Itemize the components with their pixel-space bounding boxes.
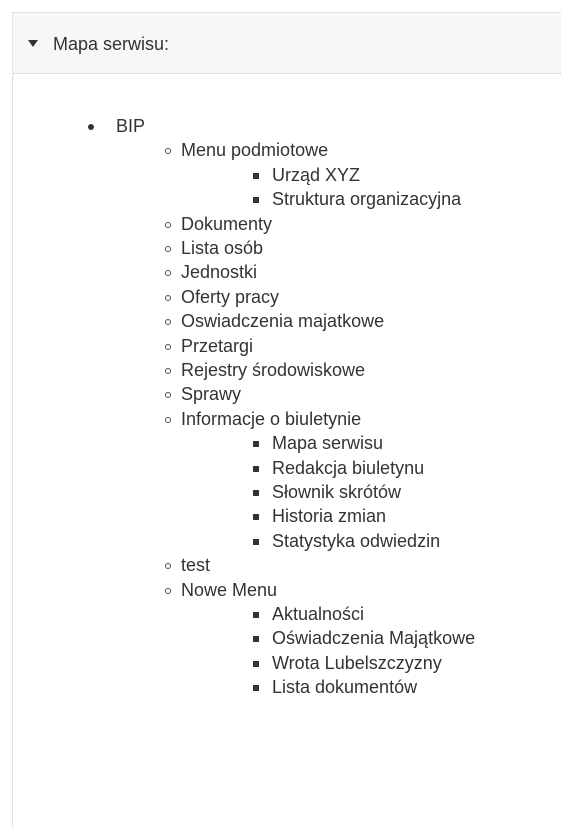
bullet-icon	[165, 587, 171, 594]
sitemap-tree: BIP Menu podmiotowe Urząd XYZ Struktura org…	[0, 0, 561, 828]
bullet-icon	[165, 148, 171, 155]
bullet-icon	[253, 172, 259, 179]
bullet-icon	[165, 221, 171, 228]
tree-item-link[interactable]: Menu podmiotowe	[181, 139, 328, 161]
tree-item-link[interactable]: Informacje o biuletynie	[181, 408, 361, 430]
bullet-icon	[253, 538, 259, 545]
tree-subitem-link[interactable]: Lista dokumentów	[272, 676, 417, 698]
tree-item-link[interactable]: Sprawy	[181, 383, 241, 405]
tree-root-link[interactable]: BIP	[116, 115, 145, 137]
tree-item-link[interactable]: Lista osób	[181, 237, 263, 259]
tree-subitem-link[interactable]: Wrota Lubelszczyzny	[272, 652, 442, 674]
bullet-icon	[253, 685, 259, 692]
bullet-icon	[253, 514, 259, 521]
bullet-icon	[165, 294, 171, 301]
tree-subitem-link[interactable]: Słownik skrótów	[272, 481, 401, 503]
tree-item-link[interactable]: Dokumenty	[181, 213, 272, 235]
tree-subitem-link[interactable]: Mapa serwisu	[272, 432, 383, 454]
bullet-icon	[88, 124, 94, 130]
bullet-icon	[165, 416, 171, 423]
bullet-icon	[253, 612, 259, 618]
tree-item-link[interactable]: Oferty pracy	[181, 286, 279, 308]
bullet-icon	[253, 490, 259, 496]
bullet-icon	[165, 392, 171, 399]
bullet-icon	[253, 197, 259, 204]
tree-subitem-link[interactable]: Statystyka odwiedzin	[272, 530, 440, 552]
bullet-icon	[165, 246, 171, 252]
bullet-icon	[165, 563, 171, 570]
bullet-icon	[165, 270, 171, 277]
tree-subitem-link[interactable]: Oświadczenia Majątkowe	[272, 627, 475, 649]
tree-subitem-link[interactable]: Redakcja biuletynu	[272, 457, 424, 479]
tree-subitem-link[interactable]: Historia zmian	[272, 505, 386, 527]
tree-item-link[interactable]: Przetargi	[181, 335, 253, 357]
tree-item-link[interactable]: Jednostki	[181, 261, 257, 283]
bullet-icon	[165, 368, 171, 374]
bullet-icon	[253, 636, 259, 643]
bullet-icon	[165, 319, 171, 326]
bullet-icon	[253, 465, 259, 472]
bullet-icon	[165, 343, 171, 350]
tree-subitem-link[interactable]: Urząd XYZ	[272, 164, 360, 186]
tree-item-link[interactable]: test	[181, 554, 210, 576]
tree-subitem-link[interactable]: Aktualności	[272, 603, 364, 625]
tree-item-link[interactable]: Oswiadczenia majatkowe	[181, 310, 384, 332]
tree-item-link[interactable]: Nowe Menu	[181, 579, 277, 601]
bullet-icon	[253, 441, 259, 448]
tree-item-link[interactable]: Rejestry środowiskowe	[181, 359, 365, 381]
bullet-icon	[253, 660, 259, 667]
tree-subitem-link[interactable]: Struktura organizacyjna	[272, 188, 461, 210]
